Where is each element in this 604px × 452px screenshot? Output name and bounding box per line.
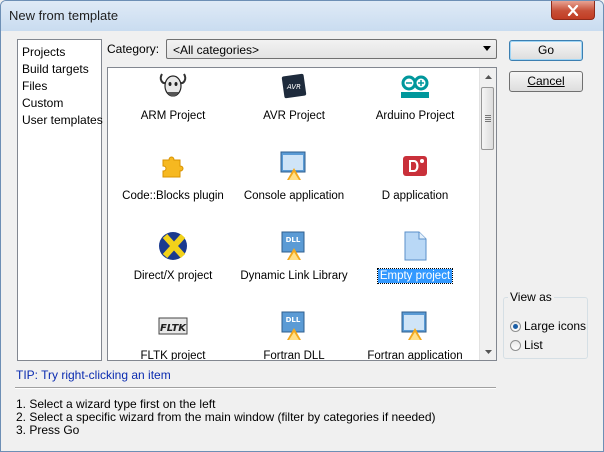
svg-text:AVR: AVR xyxy=(286,83,301,91)
empty-file-icon xyxy=(404,231,427,261)
dll-icon: DLL xyxy=(281,231,305,260)
instruction-line: 3. Press Go xyxy=(16,423,80,437)
template-label: Console application xyxy=(243,190,345,202)
wizard-type-list[interactable]: Projects Build targets Files Custom User… xyxy=(17,39,103,361)
tip-text: TIP: Try right-clicking an item xyxy=(16,368,171,382)
chevron-up-icon xyxy=(484,74,492,79)
list-option[interactable]: List xyxy=(510,337,543,353)
avr-chip-icon: AVR xyxy=(281,73,307,99)
sidebar-item-custom[interactable]: Custom xyxy=(21,95,98,112)
close-icon xyxy=(567,4,579,16)
gnu-icon xyxy=(159,73,187,97)
dialog-window: New from template Projects Build targets… xyxy=(0,0,604,452)
separator xyxy=(15,387,496,389)
template-avr-project[interactable]: AVR AVR Project xyxy=(234,70,354,126)
close-button[interactable] xyxy=(551,1,595,20)
puzzle-icon xyxy=(162,156,184,178)
svg-text:FLTK: FLTK xyxy=(160,323,187,334)
large-icons-option[interactable]: Large icons xyxy=(510,318,586,334)
scroll-up-button[interactable] xyxy=(480,68,496,85)
d-app-icon xyxy=(403,156,427,176)
category-dropdown[interactable]: <All categories> xyxy=(166,39,497,59)
template-label: Dynamic Link Library xyxy=(240,270,348,282)
fortran-dll-icon: DLL xyxy=(281,311,305,340)
sidebar-item-user-templates[interactable]: User templates xyxy=(21,112,103,129)
template-label: Fortran DLL xyxy=(263,350,325,361)
scroll-down-button[interactable] xyxy=(480,343,496,360)
go-button[interactable]: Go xyxy=(509,40,583,61)
template-arm-project[interactable]: ARM Project xyxy=(113,70,233,126)
template-label: Direct/X project xyxy=(133,270,213,282)
chevron-down-icon xyxy=(483,46,491,51)
title-bar[interactable]: New from template xyxy=(1,1,603,31)
instructions: 1. Select a wizard type first on the lef… xyxy=(16,398,436,437)
large-icons-label: Large icons xyxy=(524,319,587,333)
template-fortran-application[interactable]: Fortran application xyxy=(355,310,475,361)
template-label: AVR Project xyxy=(263,110,325,122)
large-icons-radio[interactable] xyxy=(510,320,521,332)
list-radio[interactable] xyxy=(510,339,521,351)
sidebar-item-files[interactable]: Files xyxy=(21,78,98,95)
scroll-thumb[interactable] xyxy=(481,87,494,150)
arduino-icon xyxy=(401,75,429,98)
cancel-button-label: Cancel xyxy=(527,74,565,88)
category-label: Category: xyxy=(107,42,160,56)
template-label: Fortran application xyxy=(367,350,463,361)
directx-icon xyxy=(159,232,187,260)
template-label: FLTK project xyxy=(140,350,206,361)
template-directx-project[interactable]: Direct/X project xyxy=(113,230,233,286)
list-label: List xyxy=(524,338,543,352)
window-title: New from template xyxy=(9,8,119,23)
template-arduino-project[interactable]: Arduino Project xyxy=(355,70,475,126)
template-label: ARM Project xyxy=(140,110,206,122)
template-codeblocks-plugin[interactable]: Code::Blocks plugin xyxy=(113,150,233,206)
svg-text:DLL: DLL xyxy=(286,236,301,244)
view-as-group: View as Large icons List xyxy=(503,290,588,359)
view-as-title: View as xyxy=(508,290,554,304)
cancel-button[interactable]: Cancel xyxy=(509,71,583,92)
template-label: Code::Blocks plugin xyxy=(122,190,224,202)
fltk-icon: FLTK xyxy=(158,317,188,335)
sidebar-item-projects[interactable]: Projects xyxy=(21,44,98,61)
template-empty-project[interactable]: Empty project xyxy=(355,230,475,286)
template-fltk-project[interactable]: FLTK FLTK project xyxy=(113,310,233,361)
vertical-scrollbar[interactable] xyxy=(479,68,496,360)
template-fortran-dll[interactable]: DLL Fortran DLL xyxy=(234,310,354,361)
template-grid[interactable]: ARM Project AVR AVR Project Arduino Proj… xyxy=(107,67,497,361)
template-label: Arduino Project xyxy=(375,110,455,122)
template-label: D application xyxy=(381,190,449,202)
console-app-icon xyxy=(280,151,306,180)
template-d-application[interactable]: D application xyxy=(355,150,475,206)
fortran-app-icon xyxy=(401,311,427,340)
dialog-body: Projects Build targets Files Custom User… xyxy=(8,31,596,445)
category-value: <All categories> xyxy=(173,43,260,57)
template-dynamic-link-library[interactable]: DLL Dynamic Link Library xyxy=(234,230,354,286)
sidebar-item-build-targets[interactable]: Build targets xyxy=(21,61,98,78)
svg-text:DLL: DLL xyxy=(286,316,301,324)
template-console-application[interactable]: Console application xyxy=(234,150,354,206)
template-label-selected: Empty project xyxy=(376,268,454,284)
chevron-down-icon xyxy=(484,349,492,354)
